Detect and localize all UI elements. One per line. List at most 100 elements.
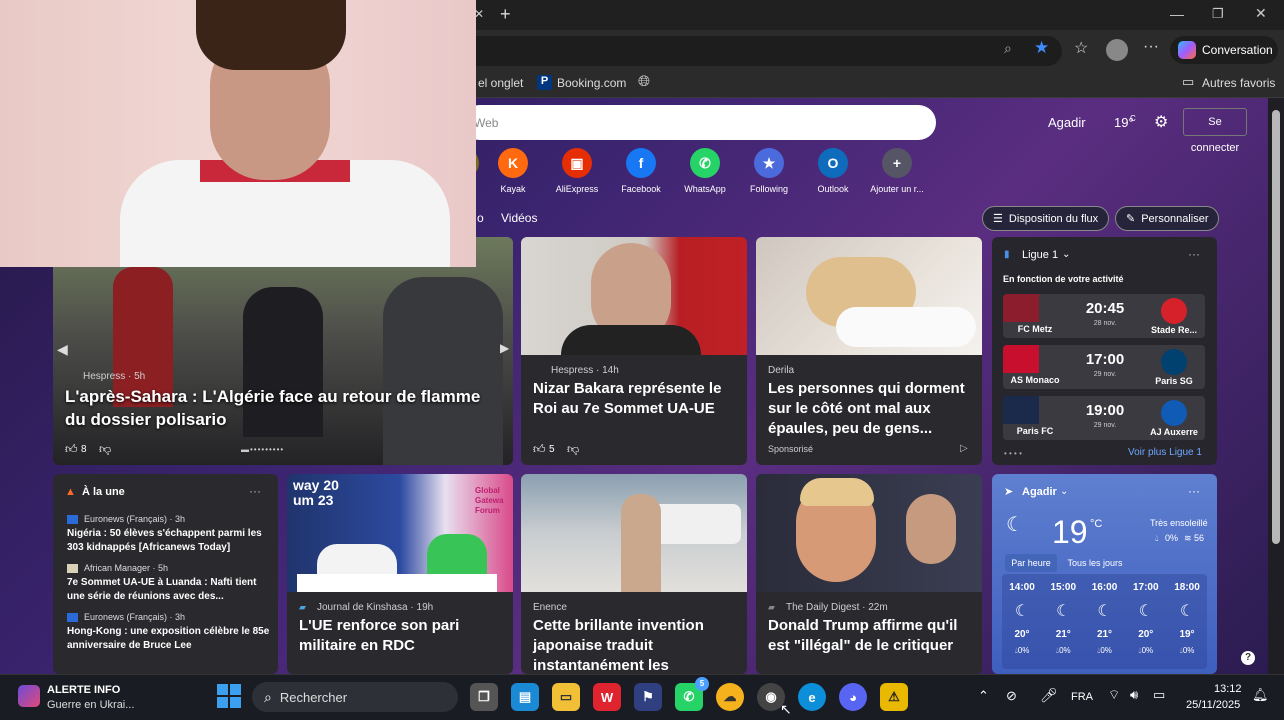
start-windows-icon[interactable] (217, 684, 241, 708)
sponsored-title[interactable]: Les personnes qui dorment sur le côté on… (768, 379, 973, 439)
web-search-input[interactable]: Web (462, 105, 936, 140)
feed-layout-button[interactable]: ☰ Disposition du flux (982, 206, 1110, 231)
help-icon[interactable]: ? (1241, 651, 1255, 665)
clock-time[interactable]: 13:12 (1214, 683, 1242, 695)
carousel-dots[interactable]: ▬••••••••• (241, 445, 284, 454)
hourly-column[interactable]: 15:00 ☾ 21° 💧︎0% (1043, 582, 1083, 661)
ad-info-icon[interactable]: ▷ (960, 443, 968, 454)
wifi-icon[interactable]: ⌔ (1108, 687, 1120, 703)
taskbar-search[interactable]: ⌕ Rechercher (252, 682, 458, 712)
feed-tab-videos[interactable]: Vidéos (501, 211, 537, 225)
quick-link-tile[interactable]: K Kayak (483, 148, 543, 194)
hero-news-card[interactable]: ◀ ▶ Hespress · 5h L'après-Sahara : L'Alg… (53, 237, 513, 465)
quick-link-tile[interactable]: f Facebook (611, 148, 671, 194)
window-close-icon[interactable]: ✕ (1255, 5, 1267, 22)
news-title[interactable]: L'UE renforce son pari militaire en RDC (299, 616, 504, 656)
quick-link-tile[interactable]: ▣ AliExpress (547, 148, 607, 194)
volume-icon[interactable]: 🔊︎ (1130, 687, 1138, 703)
personalize-button[interactable]: ✎ Personnaliser (1115, 206, 1220, 231)
chevron-down-icon[interactable]: ⌄ (1062, 249, 1070, 260)
tab-daily[interactable]: Tous les jours (1064, 554, 1126, 572)
quick-link-tile[interactable]: ✆ WhatsApp (675, 148, 735, 194)
scrollbar-thumb[interactable] (1272, 110, 1280, 544)
settings-gear-icon[interactable]: ⚙ (1154, 112, 1168, 132)
battery-icon[interactable]: ▭ (1153, 687, 1165, 703)
more-menu-icon[interactable]: ··· (1143, 38, 1159, 56)
weather-widget-location[interactable]: Agadir (1022, 486, 1057, 498)
edge-browser-icon[interactable]: e (798, 683, 826, 711)
page-scrollbar[interactable] (1268, 98, 1284, 674)
hourly-column[interactable]: 18:00 ☾ 19° 💧︎0% (1167, 582, 1207, 661)
tab-hourly[interactable]: Par heure (1005, 554, 1057, 572)
language-app-icon[interactable]: ⚑ (634, 683, 662, 711)
weather-location[interactable]: Agadir (1048, 115, 1086, 130)
tray-expand-icon[interactable]: ⌃ (978, 688, 989, 704)
like-icon[interactable]: 👍︎ (533, 442, 546, 457)
favorites-icon[interactable]: ☆ (1074, 38, 1088, 58)
see-more-league-link[interactable]: Voir plus Ligue 1 (1128, 447, 1202, 458)
more-options-icon[interactable]: ··· (1188, 247, 1200, 261)
more-options-icon[interactable]: ··· (249, 484, 261, 498)
news-card[interactable]: ▰ The Daily Digest · 22m Donald Trump af… (756, 474, 982, 674)
profile-avatar[interactable] (1106, 39, 1128, 61)
match-row[interactable]: AS Monaco 17:00 29 nov. Paris SG (1003, 345, 1205, 389)
quick-link-tile[interactable]: + Ajouter un r... (867, 148, 927, 194)
restore-icon[interactable]: ❐ (1212, 6, 1224, 22)
dislike-icon[interactable]: 👎︎ (99, 442, 111, 457)
warning-app-icon[interactable]: ⚠ (880, 683, 908, 711)
other-favorites[interactable]: Autres favoris (1202, 76, 1275, 90)
task-view-icon[interactable]: ❐ (470, 683, 498, 711)
trending-item[interactable]: Euronews (Français) · 3h Hong-Kong : une … (67, 612, 272, 653)
news-widget-icon[interactable] (18, 685, 40, 707)
pager-dots[interactable]: • • • • (1004, 449, 1022, 458)
sponsored-card[interactable]: Enence Cette brillante invention japonai… (521, 474, 747, 674)
file-explorer-icon[interactable]: ▭ (552, 683, 580, 711)
match-row[interactable]: FC Metz 20:45 28 nov. Stade Re... (1003, 294, 1205, 338)
hourly-column[interactable]: 16:00 ☾ 21° 💧︎0% (1085, 582, 1125, 661)
network-off-icon[interactable]: ⊘ (1006, 688, 1017, 704)
like-icon[interactable]: 👍︎ (65, 442, 78, 457)
dislike-icon[interactable]: 👎︎ (567, 442, 579, 457)
news-card[interactable]: way 20 um 23 Global Gatewa Forum ▰ Journal … (287, 474, 513, 674)
input-language[interactable]: FRA (1071, 691, 1093, 703)
notifications-bell-icon[interactable]: 🔔︎ (1252, 687, 1269, 703)
sponsored-title[interactable]: Cette brillante invention japonaise trad… (533, 616, 738, 674)
news-title[interactable]: Donald Trump affirme qu'il est "illégal"… (768, 616, 973, 656)
discord-icon[interactable]: ◕ (839, 683, 867, 711)
whatsapp-icon[interactable]: ✆ 5 (675, 677, 709, 711)
favorite-item[interactable]: Booking.com (557, 76, 626, 90)
quick-link-tile[interactable]: O Outlook (803, 148, 863, 194)
news-card[interactable]: Hespress · 14h Nizar Bakara représente l… (521, 237, 747, 465)
hero-title[interactable]: L'après-Sahara : L'Algérie face au retou… (65, 385, 505, 431)
trending-item[interactable]: Euronews (Français) · 3h Nigéria : 50 élè… (67, 514, 272, 555)
alert-title[interactable]: ALERTE INFO (47, 684, 120, 696)
carousel-next-icon[interactable]: ▶ (500, 341, 509, 355)
new-tab-button[interactable]: + (500, 4, 511, 25)
match-row[interactable]: Paris FC 19:00 29 nov. AJ Auxerre (1003, 396, 1205, 440)
news-title[interactable]: Nizar Bakara représente le Roi au 7e Som… (533, 379, 738, 419)
zoom-icon[interactable]: ⌕ (1004, 40, 1012, 57)
hourly-column[interactable]: 14:00 ☾ 20° 💧︎0% (1002, 582, 1042, 661)
carousel-prev-icon[interactable]: ◀ (57, 341, 68, 358)
microphone-icon[interactable]: 🎤︎ (1040, 687, 1058, 704)
favorite-item[interactable]: el onglet (478, 76, 523, 90)
hourly-column[interactable]: 17:00 ☾ 20° 💧︎0% (1126, 582, 1166, 661)
url-field[interactable] (462, 36, 1062, 66)
trending-item[interactable]: African Manager · 5h 7e Sommet UA-UE à Lu… (67, 563, 272, 604)
sponsored-card[interactable]: Derila Les personnes qui dorment sur le … (756, 237, 982, 465)
more-options-icon[interactable]: ··· (1188, 484, 1200, 498)
chevron-down-icon[interactable]: ⌄ (1060, 486, 1068, 497)
wps-office-icon[interactable]: W (593, 683, 621, 711)
quick-link-tile[interactable]: ★ Following (739, 148, 799, 194)
clock-date[interactable]: 25/11/2025 (1186, 699, 1240, 711)
minimize-icon[interactable]: — (1170, 6, 1184, 22)
league-name[interactable]: Ligue 1 (1022, 249, 1058, 261)
favorite-star-icon[interactable]: ★ (1034, 38, 1049, 58)
copilot-button[interactable]: Conversation (1170, 36, 1278, 64)
weather-app-icon[interactable]: ☁ (716, 683, 744, 711)
feed-tab[interactable]: o (477, 211, 484, 225)
globe-icon[interactable]: 🌐︎ (638, 73, 650, 90)
alert-text[interactable]: Guerre en Ukrai... (47, 699, 134, 711)
signin-button[interactable]: Se connecter (1183, 108, 1247, 154)
widgets-app-icon[interactable]: ▤ (511, 683, 539, 711)
